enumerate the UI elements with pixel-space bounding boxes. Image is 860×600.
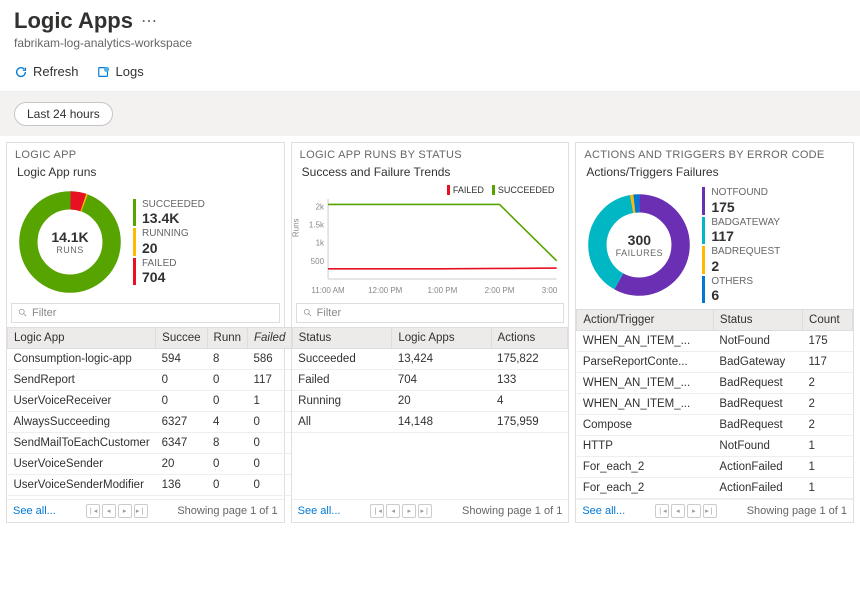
table-row[interactable]: UserVoiceReceiver001 [8,391,292,412]
table-row[interactable]: ComposeBadRequest2 [577,415,853,436]
svg-text:1k: 1k [315,239,324,248]
table-row[interactable]: All14,148175,959 [292,412,568,433]
svg-text:12:00 PM: 12:00 PM [368,286,403,295]
search-icon [18,308,28,318]
page-header: Logic Apps ⋯ fabrikam-log-analytics-work… [0,0,860,54]
pager-next[interactable]: ▸ [402,504,416,518]
table-row[interactable]: AlwaysSucceeding632740 [8,412,292,433]
table-row[interactable]: For_each_2ActionFailed1 [577,478,853,499]
pager-next[interactable]: ▸ [118,504,132,518]
table-row[interactable]: WHEN_AN_ITEM_...NotFound175 [577,331,853,352]
table-row[interactable]: UserVoiceSenderModifier13600 [8,475,292,496]
failures-donut: 300 FAILURES [584,190,694,300]
pager-prev[interactable]: ◂ [671,504,685,518]
svg-text:1:00 PM: 1:00 PM [427,286,457,295]
pager: ❘◂ ◂ ▸ ▸❘ [86,504,148,518]
pager-last[interactable]: ▸❘ [703,504,717,518]
table-row[interactable]: SendMailToEachCustomer634780 [8,433,292,454]
pager-last[interactable]: ▸❘ [134,504,148,518]
more-menu-icon[interactable]: ⋯ [141,11,157,31]
refresh-icon [14,65,28,79]
see-all-link[interactable]: See all... [582,505,625,517]
svg-text:11:00 AM: 11:00 AM [311,286,345,295]
table-row[interactable]: Succeeded13,424175,822 [292,349,568,370]
table-row[interactable]: HTTPNotFound1 [577,436,853,457]
status-table: StatusLogic AppsActions Succeeded13,4241… [292,327,569,433]
pager-first[interactable]: ❘◂ [86,504,100,518]
svg-text:2k: 2k [315,202,324,211]
svg-text:2:00 PM: 2:00 PM [484,286,514,295]
svg-text:500: 500 [310,257,324,266]
trend-chart: FAILED SUCCEEDED Runs 5001k1.5k2k11:00 A… [300,187,561,297]
table-row[interactable]: WHEN_AN_ITEM_...BadRequest2 [577,394,853,415]
table-row[interactable]: SendReport00117 [8,370,292,391]
table-row[interactable]: For_each_2ActionFailed1 [577,457,853,478]
table-row[interactable]: Failed704133 [292,370,568,391]
runs-donut: 14.1K RUNS [15,187,125,297]
failures-legend: NOTFOUND175BADGATEWAY117BADREQUEST2OTHER… [702,187,780,303]
pager-prev[interactable]: ◂ [386,504,400,518]
pager-prev[interactable]: ◂ [102,504,116,518]
pager-first[interactable]: ❘◂ [370,504,384,518]
table-row[interactable]: Running204 [292,391,568,412]
panel-error-codes: ACTIONS AND TRIGGERS BY ERROR CODE Actio… [575,142,854,523]
see-all-link[interactable]: See all... [13,505,56,517]
pager-next[interactable]: ▸ [687,504,701,518]
logs-icon [97,65,111,79]
table-row[interactable]: WHEN_AN_ITEM_...BadRequest2 [577,373,853,394]
svg-text:1.5k: 1.5k [309,220,325,229]
pager-first[interactable]: ❘◂ [655,504,669,518]
panel-logic-app: LOGIC APP Logic App runs 14.1K RUNS SUCC… [6,142,285,523]
page-title: Logic Apps [14,8,133,34]
toolbar: Refresh Logs [0,54,860,92]
search-icon [303,308,313,318]
refresh-button[interactable]: Refresh [14,64,79,79]
table-row[interactable]: UserVoiceSender2000 [8,454,292,475]
panel-runs-by-status: LOGIC APP RUNS BY STATUS Success and Fai… [291,142,570,523]
svg-text:3:00 PM: 3:00 PM [541,286,560,295]
pager-last[interactable]: ▸❘ [418,504,432,518]
timerange-pill[interactable]: Last 24 hours [14,102,113,126]
logic-app-table: Logic AppSucceeRunnFailed Consumption-lo… [7,327,292,496]
table-row[interactable]: Consumption-logic-app5948586 [8,349,292,370]
filter-input[interactable]: Filter [296,303,565,323]
filter-bar: Last 24 hours [0,92,860,136]
see-all-link[interactable]: See all... [298,505,341,517]
table-row[interactable]: ParseReportConte...BadGateway117 [577,352,853,373]
runs-legend: SUCCEEDED13.4KRUNNING20FAILED704 [133,199,205,286]
error-table: Action/TriggerStatusCount WHEN_AN_ITEM_.… [576,309,853,499]
logs-button[interactable]: Logs [97,64,144,79]
filter-input[interactable]: Filter [11,303,280,323]
workspace-subtitle: fabrikam-log-analytics-workspace [14,36,846,50]
